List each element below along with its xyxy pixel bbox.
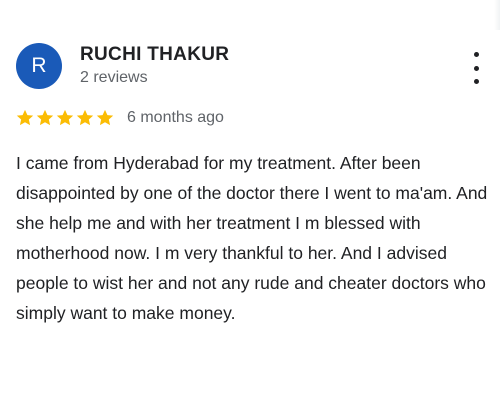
reviewer-header: R RUCHI THAKUR 2 reviews (16, 42, 229, 90)
review-count[interactable]: 2 reviews (80, 68, 229, 88)
more-options-button[interactable] (466, 52, 486, 84)
rating-row: 6 months ago (15, 107, 224, 129)
more-vert-icon-dot (473, 79, 479, 84)
more-vert-icon-dot (473, 65, 479, 71)
review-text: I came from Hyderabad for my treatment. … (16, 153, 488, 323)
reviewer-name[interactable]: RUCHI THAKUR (80, 44, 229, 66)
star-icon (16, 109, 34, 126)
more-vert-icon (473, 52, 479, 57)
star-icon (36, 109, 54, 126)
star-icon (56, 109, 74, 126)
reviewer-identity: RUCHI THAKUR 2 reviews (80, 44, 229, 88)
star-rating (15, 108, 115, 128)
review-card: R RUCHI THAKUR 2 reviews 6 months ago I … (0, 0, 500, 400)
star-icon (96, 109, 114, 126)
star-icon (76, 109, 94, 126)
edge-shadow (494, 0, 500, 30)
avatar[interactable]: R (16, 43, 62, 89)
review-time: 6 months ago (127, 109, 224, 126)
avatar-letter: R (31, 54, 47, 77)
